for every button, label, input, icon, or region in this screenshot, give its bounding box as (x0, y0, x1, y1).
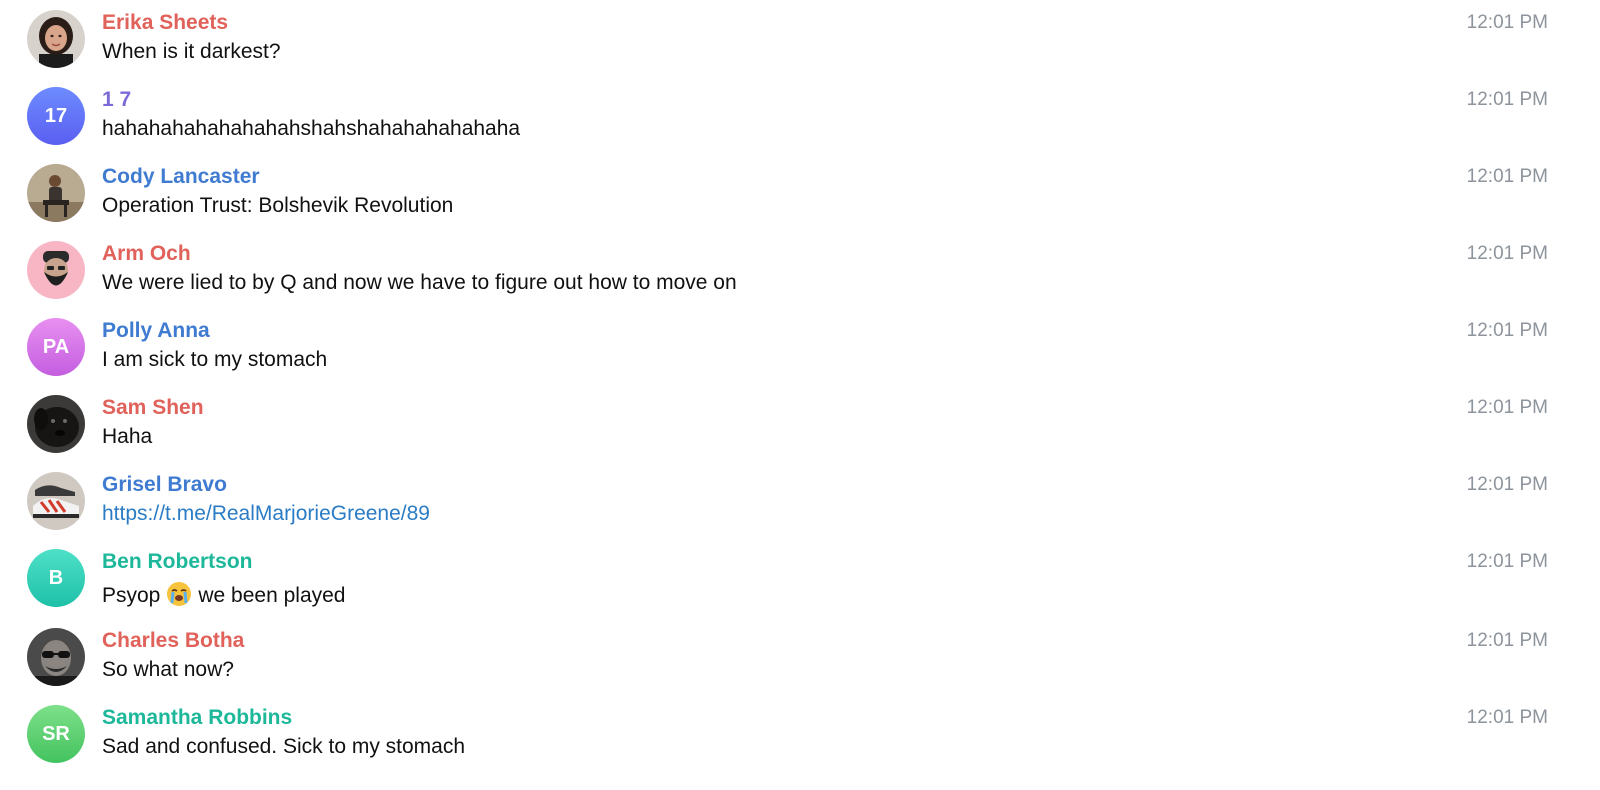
sneakers-photo (27, 472, 85, 530)
message-timestamp: 12:01 PM (1466, 320, 1548, 341)
avatar-photo[interactable] (27, 10, 85, 68)
message-text: hahahahahahahahahshahshahahahahahaha (102, 117, 521, 140)
sender-name[interactable]: Charles Botha (102, 629, 244, 653)
message-timestamp: 12:01 PM (1466, 243, 1548, 264)
message-text: We were lied to by Q and now we have to … (102, 271, 737, 294)
message-text: So what now? (102, 658, 234, 681)
message-row[interactable]: Cody Lancaster Operation Trust: Bolshevi… (0, 154, 1600, 232)
avatar-photo[interactable] (27, 164, 85, 222)
message-row[interactable]: PA Polly Anna I am sick to my stomach 12… (0, 308, 1600, 386)
avatar-initials[interactable]: SR (27, 705, 85, 763)
cartoon-bearded-man-avatar (27, 241, 85, 299)
message-row[interactable]: Arm Och We were lied to by Q and now we … (0, 231, 1600, 309)
message-text-part: Psyop (102, 584, 161, 607)
sender-name[interactable]: Arm Och (102, 242, 191, 266)
woman-portrait-photo (27, 10, 85, 68)
message-timestamp: 12:01 PM (1466, 166, 1548, 187)
sender-name[interactable]: Ben Robertson (102, 550, 253, 574)
avatar-photo[interactable] (27, 628, 85, 686)
message-row[interactable]: B Ben Robertson Psyop we been played 12:… (0, 539, 1600, 617)
message-text: Operation Trust: Bolshevik Revolution (102, 194, 454, 217)
message-timestamp: 12:01 PM (1466, 474, 1548, 495)
message-timestamp: 12:01 PM (1466, 89, 1548, 110)
message-timestamp: 12:01 PM (1466, 551, 1548, 572)
avatar-initials[interactable]: 17 (27, 87, 85, 145)
avatar-initials-text: 17 (44, 104, 68, 127)
sender-name[interactable]: Grisel Bravo (102, 473, 227, 497)
man-sitting-photo (27, 164, 85, 222)
message-text: Haha (102, 425, 153, 448)
avatar-initials[interactable]: B (27, 549, 85, 607)
man-sunglasses-photo (27, 628, 85, 686)
avatar-initials-text: B (48, 566, 64, 589)
black-dog-photo (27, 395, 85, 453)
sender-name[interactable]: 1 7 (102, 88, 131, 112)
avatar-initials-text: SR (42, 722, 70, 745)
message-row[interactable]: Sam Shen Haha 12:01 PM (0, 385, 1600, 463)
message-row[interactable]: Charles Botha So what now? 12:01 PM (0, 618, 1600, 696)
message-link[interactable]: https://t.me/RealMarjorieGreene/89 (102, 502, 430, 525)
sender-name[interactable]: Cody Lancaster (102, 165, 260, 189)
chat-message-list[interactable]: Erika Sheets When is it darkest? 12:01 P… (0, 0, 1600, 790)
message-row[interactable]: Erika Sheets When is it darkest? 12:01 P… (0, 0, 1600, 78)
message-timestamp: 12:01 PM (1466, 630, 1548, 651)
avatar-photo[interactable] (27, 395, 85, 453)
message-timestamp: 12:01 PM (1466, 707, 1548, 728)
message-timestamp: 12:01 PM (1466, 12, 1548, 33)
message-text: https://t.me/RealMarjorieGreene/89 (102, 502, 430, 526)
loudly-crying-face-emoji (167, 582, 192, 606)
avatar-initials-text: PA (42, 335, 70, 358)
avatar-photo[interactable] (27, 472, 85, 530)
message-row[interactable]: 17 1 7 hahahahahahahahahshahshahahahahah… (0, 77, 1600, 155)
message-text: I am sick to my stomach (102, 348, 328, 371)
message-row[interactable]: Grisel Bravo https://t.me/RealMarjorieGr… (0, 462, 1600, 540)
sender-name[interactable]: Polly Anna (102, 319, 210, 343)
message-timestamp: 12:01 PM (1466, 397, 1548, 418)
avatar-photo[interactable] (27, 241, 85, 299)
message-text: Psyop we been played (102, 581, 346, 608)
message-text: When is it darkest? (102, 40, 281, 63)
sender-name[interactable]: Erika Sheets (102, 11, 228, 35)
sender-name[interactable]: Samantha Robbins (102, 706, 292, 730)
message-row[interactable]: SR Samantha Robbins Sad and confused. Si… (0, 695, 1600, 773)
avatar-initials[interactable]: PA (27, 318, 85, 376)
sender-name[interactable]: Sam Shen (102, 396, 204, 420)
message-text-part: we been played (198, 584, 346, 607)
message-text: Sad and confused. Sick to my stomach (102, 735, 466, 758)
